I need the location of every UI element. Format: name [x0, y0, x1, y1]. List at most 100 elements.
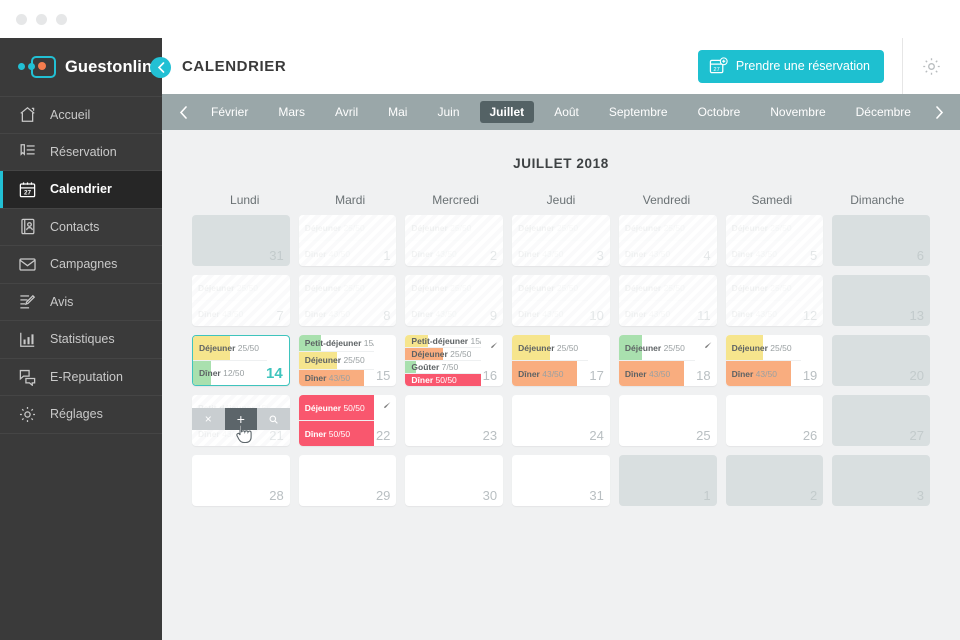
calendar-day-cell[interactable]: Petit-déjeuner 15/50 Déjeuner 25/50 Dîner … [298, 335, 397, 386]
calendar-day-cell[interactable]: 28 [192, 455, 290, 506]
note-icon[interactable] [379, 400, 392, 418]
calendar-day-cell[interactable]: Déjeuner 25/50 Dîner 12/50 14 [192, 335, 290, 386]
sidebar-item-accueil[interactable]: Accueil [0, 96, 162, 134]
service-row[interactable]: Déjeuner 25/50 [725, 335, 802, 361]
service-row[interactable]: Déjeuner 25/50 [512, 335, 588, 361]
service-row[interactable]: Dîner 43/50 [192, 301, 268, 326]
service-row[interactable]: Déjeuner 25/50 [618, 215, 695, 241]
calendar-day-cell[interactable]: Déjeuner 25/50 Dîner 43/50 7 [192, 275, 290, 326]
calendar-day-cell[interactable]: Déjeuner 25/50 Dîner 43/50 10 [512, 275, 610, 326]
sidebar-item-r-servation[interactable]: Réservation [0, 134, 162, 171]
service-row[interactable]: Petit-déjeuner 15/50 [405, 335, 482, 348]
calendar-day-cell[interactable]: 29 [298, 455, 397, 506]
service-row[interactable]: Déjeuner 25/50 [512, 215, 588, 241]
calendar-day-cell[interactable]: Déjeuner 25/50 Dîner 43/50 18 [618, 335, 717, 386]
calendar-day-cell[interactable]: 25 [618, 395, 717, 446]
service-row[interactable]: Dîner 43/50 [512, 301, 588, 326]
service-row[interactable]: Dîner 43/50 [299, 301, 375, 326]
month-tab-novembre[interactable]: Novembre [760, 101, 835, 123]
service-row[interactable]: Dîner 40/50 [299, 241, 375, 266]
add-reservation-button[interactable]: 27 Prendre une réservation [697, 49, 884, 83]
calendar-day-cell[interactable]: 20 [832, 335, 930, 386]
window-close-dot[interactable] [16, 13, 27, 25]
service-row[interactable]: Déjeuner 25/50 [725, 215, 802, 241]
month-tab-octobre[interactable]: Octobre [688, 101, 751, 123]
calendar-day-cell[interactable]: Déjeuner 25/50 Dîner 43/50 12 [725, 275, 824, 326]
note-icon[interactable] [700, 340, 713, 358]
settings-button[interactable] [902, 38, 960, 94]
previous-months-button[interactable] [170, 105, 196, 119]
sidebar-item-contacts[interactable]: Contacts [0, 209, 162, 246]
service-row[interactable]: Dîner 43/50 [512, 241, 588, 266]
service-row[interactable]: Goûter 7/50 [405, 361, 482, 374]
service-row[interactable]: Déjeuner 25/50 [725, 275, 802, 301]
service-row[interactable]: Déjeuner 25/50 [618, 275, 695, 301]
sidebar-item-calendrier[interactable]: 27 Calendrier [0, 171, 162, 209]
month-tab-juin[interactable]: Juin [427, 101, 469, 123]
next-months-button[interactable] [926, 105, 952, 119]
window-minimize-dot[interactable] [36, 13, 47, 25]
calendar-day-cell[interactable]: Déjeuner 25/50 Dîner 43/50 4 [618, 215, 717, 266]
service-row[interactable]: Dîner 43/50 [618, 361, 695, 386]
calendar-day-cell[interactable]: Déjeuner 25/50 Dîner 43/50 17 [512, 335, 610, 386]
sidebar-item-e-reputation[interactable]: E-Reputation [0, 359, 162, 396]
calendar-day-cell[interactable]: 31 [192, 215, 290, 266]
calendar-day-cell[interactable]: Déjeuner 25/50 Dîner 43/50 5 [725, 215, 824, 266]
sidebar-item-avis[interactable]: Avis [0, 284, 162, 321]
sidebar-item-r-glages[interactable]: Réglages [0, 396, 162, 434]
note-icon[interactable] [486, 340, 499, 358]
brand-logo[interactable]: Guestonline [0, 38, 162, 96]
window-maximize-dot[interactable] [56, 13, 67, 25]
service-row[interactable]: Dîner 43/50 [619, 301, 695, 326]
calendar-day-cell[interactable]: 23 [405, 395, 504, 446]
service-row[interactable]: Dîner 12/50 [193, 361, 267, 385]
service-row[interactable]: Déjeuner 25/50 [405, 215, 482, 241]
service-row[interactable]: Dîner 50/50 [405, 374, 482, 386]
month-tab-décembre[interactable]: Décembre [846, 101, 921, 123]
service-row[interactable]: Déjeuner 25/50 [512, 275, 588, 301]
calendar-day-cell[interactable]: Déjeuner 25/50 Dîner 43/50 19 [725, 335, 824, 386]
month-tab-août[interactable]: Août [544, 101, 589, 123]
service-row[interactable]: Dîner 43/50 [405, 301, 481, 326]
month-tab-mai[interactable]: Mai [378, 101, 417, 123]
service-row[interactable]: Déjeuner 25/50 [618, 335, 695, 361]
calendar-day-cell[interactable]: 24 [512, 395, 610, 446]
calendar-day-cell[interactable]: Déjeuner 25/50 Dîner 43/50 2 [405, 215, 504, 266]
add-reservation-day-button[interactable]: + [224, 408, 258, 430]
calendar-day-cell[interactable]: 26 [725, 395, 824, 446]
month-tab-février[interactable]: Février [201, 101, 258, 123]
calendar-day-cell[interactable]: 31 [512, 455, 610, 506]
service-row[interactable]: Dîner 43/50 [512, 361, 588, 386]
month-tab-juillet[interactable]: Juillet [479, 101, 535, 123]
calendar-day-cell[interactable]: Petit-déjeuner 15/50 Déjeuner 25/50 Goûter… [405, 335, 504, 386]
service-row[interactable]: Déjeuner 50/50 [298, 395, 375, 421]
calendar-day-cell[interactable]: Déjeuner 25/50 Dîner 40/50 1 [298, 215, 397, 266]
calendar-day-cell[interactable]: 6 [832, 215, 930, 266]
close-day-button[interactable]: × [192, 408, 225, 430]
calendar-day-cell[interactable]: 30 [405, 455, 504, 506]
service-row[interactable]: Déjeuner 25/50 [298, 215, 375, 241]
service-row[interactable]: Dîner 43/50 [619, 241, 695, 266]
month-tab-avril[interactable]: Avril [325, 101, 368, 123]
calendar-day-cell[interactable]: Déjeuner 25/50 Dîner 43/50 3 [512, 215, 610, 266]
service-row[interactable]: Déjeuner 25/50 [405, 348, 482, 361]
service-row[interactable]: Déjeuner 25/50 [405, 275, 482, 301]
calendar-day-cell[interactable]: Déjeuner 25/50 Dîner 43/50 8 [298, 275, 397, 326]
service-row[interactable]: Dîner 43/50 [725, 361, 802, 386]
calendar-day-cell[interactable]: 2 [725, 455, 824, 506]
calendar-day-cell[interactable]: 1 [618, 455, 717, 506]
calendar-day-cell[interactable]: 3 [832, 455, 930, 506]
service-row[interactable]: Déjeuner 25/50 [298, 275, 375, 301]
calendar-day-cell[interactable]: 13 [832, 275, 930, 326]
sidebar-item-campagnes[interactable]: Campagnes [0, 246, 162, 284]
service-row[interactable]: Dîner 43/50 [726, 301, 802, 326]
service-row[interactable]: Petit-déjeuner 15/50 [298, 335, 375, 353]
sidebar-collapse-button[interactable] [150, 57, 171, 78]
service-row[interactable]: Dîner 43/50 [405, 241, 481, 266]
calendar-day-cell[interactable]: Petit-déjeuner 15/50Dîner 43/50×+21 [192, 395, 290, 446]
service-row[interactable]: Dîner 43/50 [726, 241, 802, 266]
view-day-button[interactable] [257, 408, 290, 430]
calendar-day-cell[interactable]: Déjeuner 50/50 Dîner 50/50 22 [298, 395, 397, 446]
sidebar-item-statistiques[interactable]: Statistiques [0, 321, 162, 359]
month-tab-mars[interactable]: Mars [268, 101, 315, 123]
